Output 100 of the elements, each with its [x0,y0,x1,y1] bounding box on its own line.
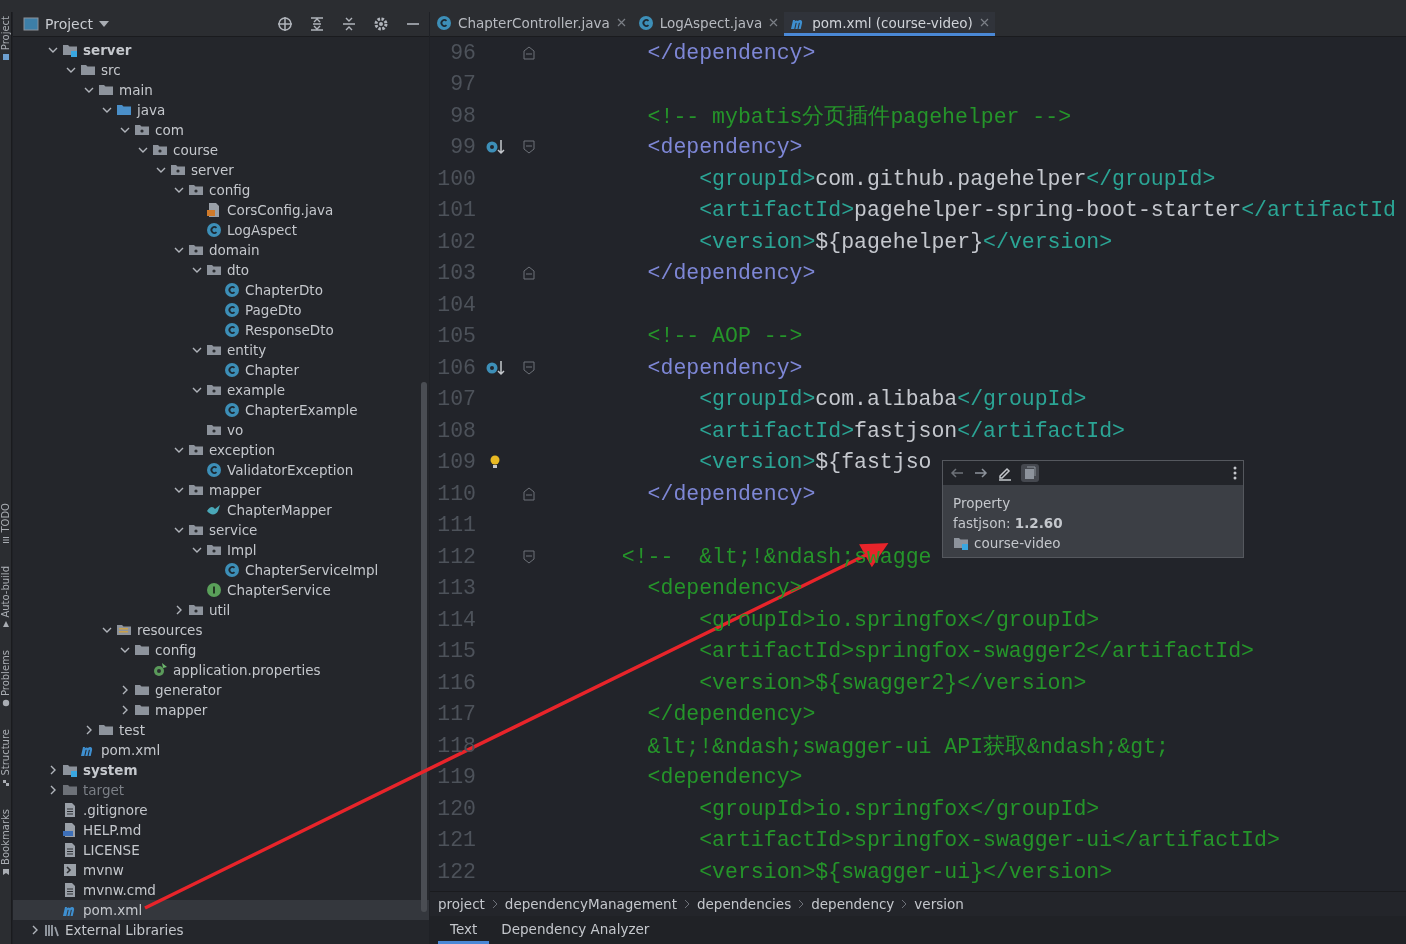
tree-row[interactable]: resources [13,620,429,640]
tree-row[interactable]: service [13,520,429,540]
tree-row[interactable]: ChapterDto [13,280,429,300]
tree-row[interactable]: mapper [13,700,429,720]
tree-row[interactable]: util [13,600,429,620]
tree-row[interactable]: .gitignore [13,800,429,820]
fold-end-icon[interactable] [523,486,535,501]
tree-item-label: mapper [155,702,208,718]
tree-row[interactable]: generator [13,680,429,700]
tool-window-button[interactable]: Bookmarks [0,809,11,865]
collapse-all-icon[interactable] [341,16,357,32]
tree-row[interactable]: course [13,140,429,160]
tree-row[interactable]: ResponseDto [13,320,429,340]
navigate-icon[interactable] [485,138,505,157]
tree-item-label: CorsConfig.java [227,202,334,218]
breadcrumb-item[interactable]: dependencyManagement [504,896,677,912]
tree-row[interactable]: exception [13,440,429,460]
structure-icon[interactable] [1,779,10,787]
panel-icon[interactable] [1,53,10,62]
tree-row[interactable]: dto [13,260,429,280]
panel-title[interactable]: Project [45,16,93,32]
tree-row[interactable]: server [13,160,429,180]
fold-marker-icon[interactable] [523,549,535,564]
tree-row[interactable]: LogAspect [13,220,429,240]
tree-row[interactable]: Chapter [13,360,429,380]
breadcrumb-item[interactable]: dependency [811,896,895,912]
tree-row[interactable]: mvnw.cmd [13,880,429,900]
breadcrumb-item[interactable]: dependencies [696,896,792,912]
tree-row[interactable]: External Libraries [13,920,429,940]
more-icon[interactable] [1233,466,1237,480]
tree-row[interactable]: application.properties [13,660,429,680]
tree-row[interactable]: src [13,60,429,80]
tree-row[interactable]: CorsConfig.java [13,200,429,220]
tool-window-button[interactable]: Problems [0,650,11,697]
tree-row[interactable]: com [13,120,429,140]
close-icon[interactable] [979,18,989,27]
tree-row[interactable]: ChapterServiceImpl [13,560,429,580]
document-button[interactable] [1021,464,1039,482]
tree-row[interactable]: domain [13,240,429,260]
tree-row[interactable]: LICENSE [13,840,429,860]
tool-window-button[interactable]: Structure [0,729,11,776]
tree-item-label: util [209,602,231,618]
dropdown-caret-icon[interactable] [98,21,109,27]
tree-row[interactable]: vo [13,420,429,440]
tree-row[interactable]: target [13,780,429,800]
editor-tab[interactable]: LogAspect.java [631,12,785,36]
document-icon [1023,466,1037,480]
bookmark-icon[interactable] [1,867,10,876]
code-line: <artifactId>springfox-swagger2</artifactId> [698,639,1254,664]
tree-row[interactable]: entity [13,340,429,360]
tree-item-label: ResponseDto [245,322,334,338]
fold-marker-icon[interactable] [523,140,535,155]
expand-all-icon[interactable] [309,16,325,32]
editor-mode-tab[interactable]: Text [438,916,490,944]
pencil-icon[interactable] [997,465,1013,481]
fold-end-icon[interactable] [523,45,535,60]
editor-tab[interactable]: pom.xml (course-video) [784,12,995,36]
tree-row[interactable]: mvnw [13,860,429,880]
tree-row[interactable]: ChapterService [13,580,429,600]
lightbulb-icon[interactable] [489,454,501,471]
tree-row[interactable]: PageDto [13,300,429,320]
tree-row[interactable]: Impl [13,540,429,560]
class-icon [224,302,240,318]
tree-row[interactable]: server [13,40,429,60]
tree-row[interactable]: ChapterMapper [13,500,429,520]
tree-row[interactable]: HELP.md [13,820,429,840]
close-icon[interactable] [769,18,779,27]
tree-row[interactable]: ValidatorException [13,460,429,480]
list-icon[interactable] [1,535,10,544]
settings-icon[interactable] [373,16,389,32]
scrollbar-thumb[interactable] [421,382,427,912]
tree-row[interactable]: ChapterExample [13,400,429,420]
libraries-icon [44,922,60,938]
tree-row[interactable]: java [13,100,429,120]
tree-row[interactable]: system [13,760,429,780]
close-icon[interactable] [616,18,626,27]
tree-row[interactable]: main [13,80,429,100]
tree-row[interactable]: example [13,380,429,400]
tree-row[interactable]: pom.xml [13,740,429,760]
tool-window-button[interactable]: Auto-build [0,565,11,618]
editor-mode-tab[interactable]: Dependency Analyzer [489,916,662,944]
tree-row[interactable]: mapper [13,480,429,500]
tree-item-label: ChapterServiceImpl [245,562,379,578]
fold-marker-icon[interactable] [523,360,535,375]
tree-row[interactable]: pom.xml [13,900,429,920]
tree-row[interactable]: config [13,640,429,660]
package-folder-icon [206,542,222,558]
breadcrumb-item[interactable]: project [438,896,485,912]
fold-end-icon[interactable] [523,266,535,281]
navigate-icon[interactable] [485,358,505,377]
locate-icon[interactable] [277,16,293,32]
tool-window-button[interactable]: Project [0,16,11,51]
tree-row[interactable]: config [13,180,429,200]
tool-window-button[interactable]: TODO [0,503,11,533]
breadcrumb-item[interactable]: version [914,896,964,912]
editor-tab[interactable]: ChapterController.java [430,12,632,36]
tree-item-label: src [101,62,121,78]
tree-item-label: pom.xml [101,742,161,758]
code-line: <groupId>io.springfox</groupId> [698,796,1100,821]
tree-row[interactable]: test [13,720,429,740]
